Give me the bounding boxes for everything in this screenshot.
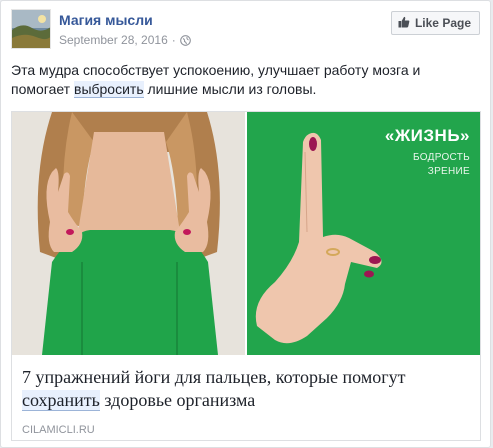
post-text: Эта мудра способствует успокоению, улучш… xyxy=(11,61,481,99)
post-text-part2: лишние мысли из головы. xyxy=(143,81,317,97)
link-title[interactable]: 7 упражнений йоги для пальцев, которые п… xyxy=(22,366,472,412)
post-meta: September 28, 2016 · xyxy=(59,33,191,47)
link-title-highlight[interactable]: сохранить xyxy=(22,390,100,411)
link-title-rest: здоровье организма xyxy=(99,390,256,410)
overlay-title: «ЖИЗНЬ» xyxy=(384,126,470,145)
like-page-button[interactable]: Like Page xyxy=(390,11,480,35)
page-name-link[interactable]: Магия мысли xyxy=(59,12,153,28)
thumbs-up-icon xyxy=(398,16,410,31)
post-header: Магия мысли September 28, 2016 · Like Pa… xyxy=(11,9,480,53)
photo-mudra-one-hand: «ЖИЗНЬ» БОДРОСТЬ ЗРЕНИЕ xyxy=(247,112,480,355)
facebook-post: Магия мысли September 28, 2016 · Like Pa… xyxy=(0,0,491,448)
overlay-subtitle-1: БОДРОСТЬ xyxy=(413,152,470,163)
photo-mudra-two-hands xyxy=(12,112,245,355)
link-domain: CILAMICLI.RU xyxy=(22,424,95,436)
post-text-highlight[interactable]: выбросить xyxy=(74,81,144,98)
meta-separator: · xyxy=(171,33,176,47)
overlay-subtitle-2: ЗРЕНИЕ xyxy=(427,166,470,177)
attachment-images[interactable]: «ЖИЗНЬ» БОДРОСТЬ ЗРЕНИЕ xyxy=(12,112,480,355)
page-avatar[interactable] xyxy=(11,9,51,49)
link-title-line1: 7 упражнений йоги для пальцев, которые п… xyxy=(22,367,406,387)
globe-icon xyxy=(179,34,191,46)
like-page-label: Like Page xyxy=(414,16,471,30)
link-attachment[interactable]: «ЖИЗНЬ» БОДРОСТЬ ЗРЕНИЕ 7 упражнений йог… xyxy=(11,111,481,441)
post-date[interactable]: September 28, 2016 xyxy=(59,33,168,47)
